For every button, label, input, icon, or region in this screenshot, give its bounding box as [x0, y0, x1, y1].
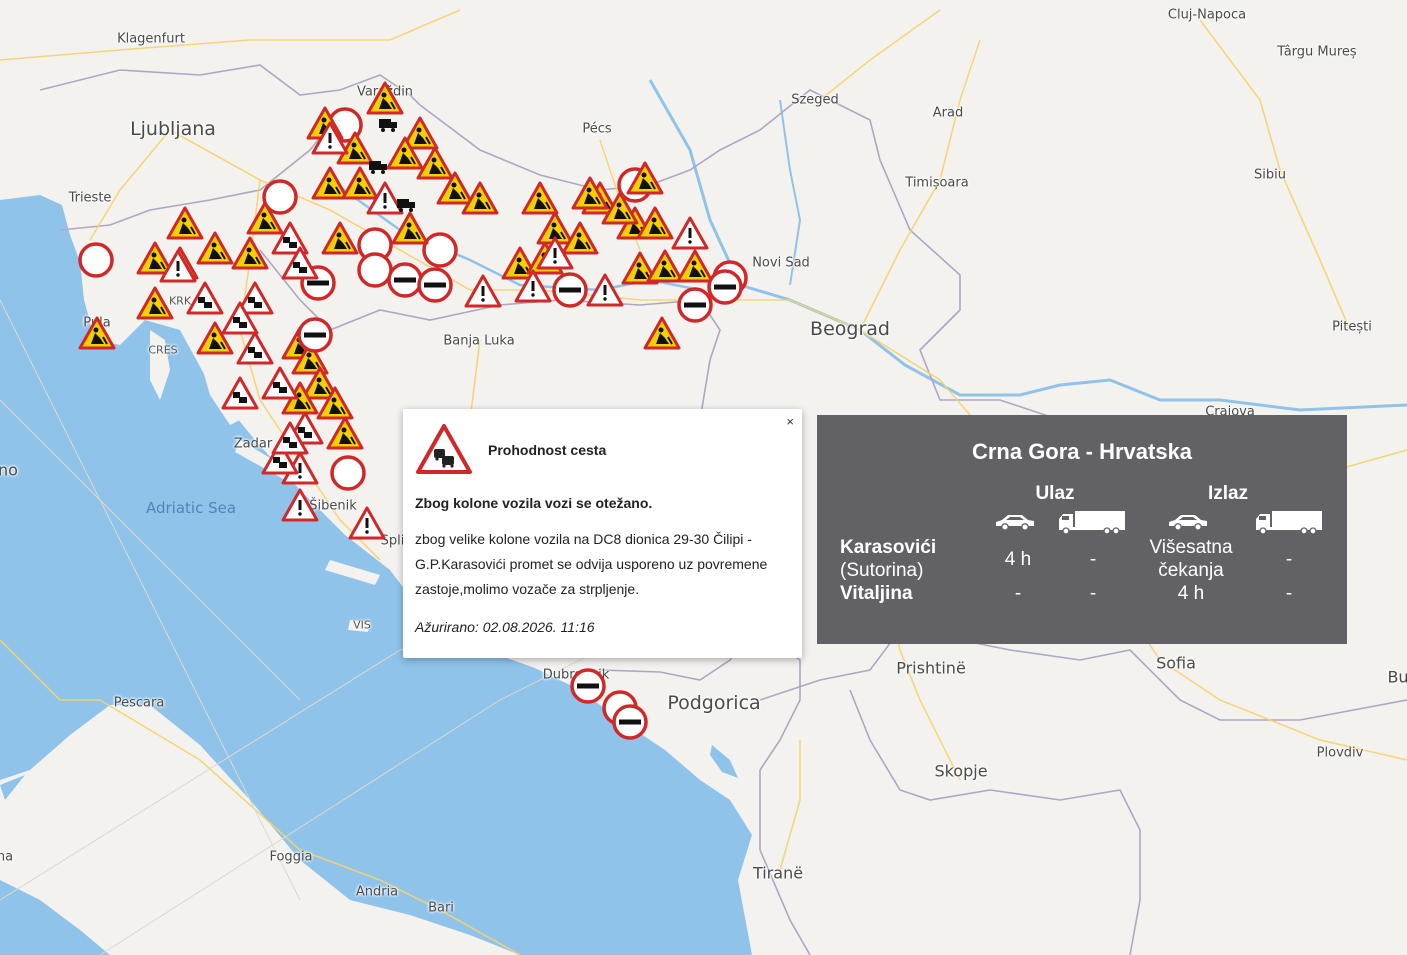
- warning-sign-icon[interactable]: [281, 488, 319, 522]
- vitaljina-exit-car: 4 h: [1177, 583, 1205, 604]
- roadworks-sign-icon[interactable]: [391, 211, 429, 245]
- roadworks-sign-icon[interactable]: [78, 316, 116, 350]
- traffic-info-popup: × Prohodnost cesta Zbog kolone vozila vo…: [403, 409, 802, 658]
- traffic-jam-sign-icon[interactable]: [221, 376, 259, 410]
- crossing-name-karasovici: Karasovići (Sutorina): [840, 537, 937, 581]
- no-entry-sign-icon[interactable]: [707, 269, 743, 305]
- vitaljina-exit-truck: -: [1285, 583, 1293, 604]
- no-traffic-sign-icon[interactable]: [78, 242, 114, 278]
- column-header-entry: Ulaz: [1035, 483, 1075, 504]
- no-entry-sign-icon[interactable]: [387, 262, 423, 298]
- roadworks-sign-icon[interactable]: [676, 249, 714, 283]
- popup-close-button[interactable]: ×: [786, 414, 794, 429]
- roadworks-sign-icon[interactable]: [521, 181, 559, 215]
- no-entry-sign-icon[interactable]: [677, 287, 713, 323]
- crossing-name-vitaljina: Vitaljina: [840, 583, 913, 604]
- warning-sign-icon[interactable]: [348, 506, 386, 540]
- truck-icon: [1059, 511, 1125, 535]
- roadworks-sign-icon[interactable]: [646, 249, 684, 283]
- popup-description: zbog velike kolone vozila na DC8 dionica…: [415, 531, 768, 597]
- roadworks-sign-icon[interactable]: [416, 146, 454, 180]
- no-entry-sign-icon[interactable]: [552, 272, 588, 308]
- vitaljina-entry-truck: -: [1089, 583, 1097, 604]
- karasovici-entry-car: 4 h: [1004, 549, 1032, 570]
- roadworks-sign-icon[interactable]: [136, 286, 174, 320]
- roadworks-sign-icon[interactable]: [366, 81, 404, 115]
- traffic-jam-warning-icon: [416, 424, 472, 474]
- no-traffic-sign-icon[interactable]: [330, 455, 366, 491]
- truck-restriction-icon[interactable]: [397, 199, 415, 212]
- vitaljina-entry-car: -: [1014, 583, 1022, 604]
- truck-restriction-icon[interactable]: [369, 161, 387, 174]
- karasovici-entry-truck: -: [1089, 549, 1097, 570]
- no-traffic-sign-icon[interactable]: [422, 232, 458, 268]
- no-entry-sign-icon[interactable]: [612, 704, 648, 740]
- karasovici-exit-car: Višesatna čekanja: [1149, 537, 1233, 581]
- truck-icon: [1256, 511, 1322, 535]
- popup-subtitle: Zbog kolone vozila vozi se otežano.: [415, 495, 653, 511]
- border-crossing-panel: Crna Gora - Hrvatska Ulaz Izlaz Karasovi…: [817, 415, 1347, 644]
- column-header-exit: Izlaz: [1207, 483, 1249, 504]
- karasovici-exit-truck: -: [1285, 549, 1293, 570]
- popup-updated-time: Ažurirano: 02.08.2026. 11:16: [415, 619, 595, 635]
- traffic-jam-sign-icon[interactable]: [186, 281, 224, 315]
- roadworks-sign-icon[interactable]: [643, 316, 681, 350]
- warning-sign-icon[interactable]: [586, 273, 624, 307]
- roadworks-sign-icon[interactable]: [231, 236, 269, 270]
- roadworks-sign-icon[interactable]: [166, 206, 204, 240]
- car-icon: [1169, 515, 1207, 531]
- truck-restriction-icon[interactable]: [379, 119, 397, 132]
- no-entry-sign-icon[interactable]: [297, 317, 333, 353]
- roadworks-sign-icon[interactable]: [311, 166, 349, 200]
- traffic-jam-sign-icon[interactable]: [236, 331, 274, 365]
- car-icon: [996, 515, 1034, 531]
- warning-sign-icon[interactable]: [464, 274, 502, 308]
- warning-sign-icon[interactable]: [671, 216, 709, 250]
- roadworks-sign-icon[interactable]: [326, 416, 364, 450]
- no-entry-sign-icon[interactable]: [417, 267, 453, 303]
- no-entry-sign-icon[interactable]: [570, 668, 606, 704]
- border-panel-title: Crna Gora - Hrvatska: [971, 439, 1193, 464]
- roadworks-sign-icon[interactable]: [321, 221, 359, 255]
- no-traffic-sign-icon[interactable]: [357, 252, 393, 288]
- popup-title: Prohodnost cesta: [488, 442, 607, 458]
